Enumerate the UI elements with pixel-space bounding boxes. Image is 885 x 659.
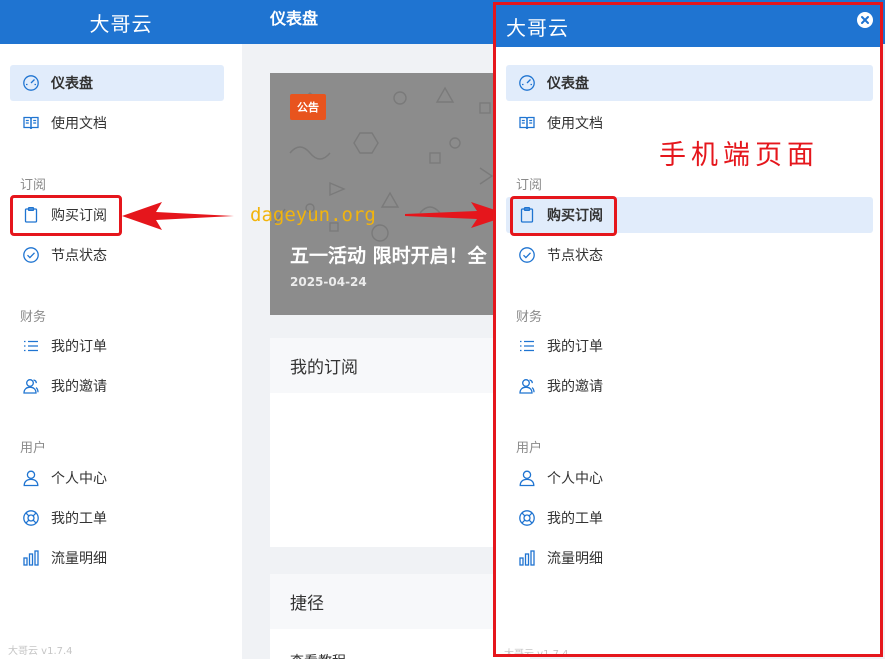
mobile-item-label: 流量明细 <box>547 551 603 567</box>
mobile-group-label-user: 用户 <box>516 441 543 456</box>
mobile-item-node-status[interactable]: 节点状态 <box>506 237 873 273</box>
mobile-item-label: 个人中心 <box>547 471 603 487</box>
notice-title: 五一活动 限时开启！全 <box>290 245 487 267</box>
highlight-box-mobile <box>510 196 617 236</box>
mobile-version-text: 大哥云 v1.7.4 <box>504 649 569 657</box>
page-title: 仪表盘 <box>270 9 319 28</box>
version-text: 大哥云 v1.7.4 <box>8 646 73 657</box>
list-icon <box>518 337 536 355</box>
group-label-user: 用户 <box>20 441 47 456</box>
notice-badge: 公告 <box>290 94 326 120</box>
group-label-finance: 财务 <box>20 310 47 325</box>
mobile-item-dashboard[interactable]: 仪表盘 <box>506 65 873 101</box>
sidebar-item-tickets[interactable]: 我的工单 <box>10 500 224 536</box>
book-icon <box>518 114 536 132</box>
sidebar-item-label: 我的工单 <box>51 511 107 527</box>
dashboard-icon <box>518 74 536 92</box>
sidebar-item-dashboard[interactable]: 仪表盘 <box>10 65 224 101</box>
sidebar-item-node-status[interactable]: 节点状态 <box>10 237 224 273</box>
book-icon <box>22 114 40 132</box>
mobile-item-label: 使用文档 <box>547 116 603 132</box>
sidebar-item-profile[interactable]: 个人中心 <box>10 460 224 496</box>
lifebuoy-icon <box>22 509 40 527</box>
mobile-item-orders[interactable]: 我的订单 <box>506 328 873 364</box>
bar-chart-icon <box>518 549 536 567</box>
mobile-drawer: 大哥云 仪表盘 使用文档 订阅 购买订阅 节点状态 财务 我的订单 我的邀请 用… <box>493 2 883 657</box>
lifebuoy-icon <box>518 509 536 527</box>
notice-date: 2025-04-24 <box>290 275 367 289</box>
sidebar: 大哥云 仪表盘 使用文档 订阅 购买订阅 节点状态 财务 我的订单 我的邀请 用… <box>0 0 242 659</box>
arrow-left-icon <box>122 202 234 230</box>
check-circle-icon <box>518 246 536 264</box>
sidebar-item-label: 我的订单 <box>51 339 107 355</box>
sidebar-item-traffic[interactable]: 流量明细 <box>10 540 224 576</box>
shortcut-card-title: 捷径 <box>270 574 530 629</box>
mobile-item-profile[interactable]: 个人中心 <box>506 460 873 496</box>
sidebar-item-label: 仪表盘 <box>51 76 93 92</box>
sidebar-item-docs[interactable]: 使用文档 <box>10 105 224 141</box>
sidebar-item-label: 我的邀请 <box>51 379 107 395</box>
shortcut-item-tutorial[interactable]: 查看教程 <box>270 629 530 659</box>
check-circle-icon <box>22 246 40 264</box>
shortcut-card: 捷径 查看教程 <box>270 574 530 659</box>
sidebar-item-invites[interactable]: 我的邀请 <box>10 368 224 404</box>
users-icon <box>518 377 536 395</box>
user-icon <box>518 469 536 487</box>
watermark-text: dageyun.org <box>250 204 376 226</box>
subscription-card-title: 我的订阅 <box>270 338 530 393</box>
mobile-page-annotation: 手机端页面 <box>659 140 819 171</box>
mobile-item-label: 我的邀请 <box>547 379 603 395</box>
mobile-item-label: 我的工单 <box>547 511 603 527</box>
subscription-card: 我的订阅 <box>270 338 530 547</box>
highlight-box-desktop <box>10 195 122 236</box>
bar-chart-icon <box>22 549 40 567</box>
close-icon <box>861 16 869 24</box>
mobile-item-traffic[interactable]: 流量明细 <box>506 540 873 576</box>
sidebar-item-label: 流量明细 <box>51 551 107 567</box>
mobile-group-label-finance: 财务 <box>516 310 543 325</box>
sidebar-item-label: 节点状态 <box>51 248 107 264</box>
group-label-subscription: 订阅 <box>20 178 47 193</box>
close-button[interactable] <box>857 12 873 28</box>
mobile-item-label: 我的订单 <box>547 339 603 355</box>
users-icon <box>22 377 40 395</box>
sidebar-item-label: 使用文档 <box>51 116 107 132</box>
mobile-item-invites[interactable]: 我的邀请 <box>506 368 873 404</box>
sidebar-item-orders[interactable]: 我的订单 <box>10 328 224 364</box>
mobile-item-label: 节点状态 <box>547 248 603 264</box>
sidebar-item-label: 个人中心 <box>51 471 107 487</box>
dashboard-icon <box>22 74 40 92</box>
mobile-brand-logo[interactable]: 大哥云 <box>496 5 880 47</box>
brand-logo[interactable]: 大哥云 <box>0 0 242 44</box>
mobile-item-label: 仪表盘 <box>547 76 589 92</box>
mobile-item-tickets[interactable]: 我的工单 <box>506 500 873 536</box>
notice-banner[interactable]: 公告 五一活动 限时开启！全 2025-04-24 <box>270 73 530 315</box>
mobile-group-label-subscription: 订阅 <box>516 178 543 193</box>
list-icon <box>22 337 40 355</box>
user-icon <box>22 469 40 487</box>
